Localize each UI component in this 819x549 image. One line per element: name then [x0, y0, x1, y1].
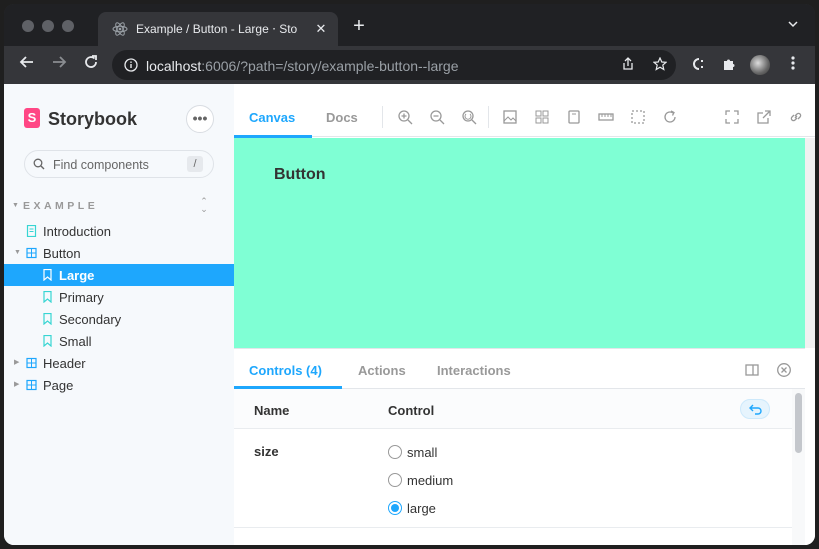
sidebar-item-large[interactable]: Large — [4, 264, 234, 286]
search-shortcut-badge: / — [187, 156, 203, 172]
story-button[interactable]: Button — [258, 162, 342, 188]
canvas-scrollbar[interactable] — [805, 138, 815, 348]
brand-title: Storybook — [48, 109, 138, 129]
forward-arrow-icon[interactable] — [48, 54, 70, 76]
zoom-reset-icon[interactable] — [461, 109, 477, 125]
radio-button-checked[interactable] — [388, 501, 402, 515]
tab-search-chevron-icon[interactable] — [784, 18, 802, 36]
browser-toolbar: localhost:6006/?path=/story/example-butt… — [4, 46, 815, 84]
ruler-icon[interactable] — [598, 109, 614, 125]
sidebar-item-header[interactable]: ▶ Header — [4, 352, 234, 374]
fullscreen-icon[interactable] — [724, 109, 740, 125]
column-control: Control — [388, 403, 435, 418]
zoom-window-button[interactable] — [62, 20, 74, 32]
zoom-out-icon[interactable] — [429, 109, 445, 125]
sidebar-item-introduction[interactable]: Introduction — [4, 220, 234, 242]
row-divider — [234, 527, 792, 528]
undo-icon — [749, 404, 762, 415]
addons-tab-bar: Controls (4) Actions Interactions — [234, 349, 805, 389]
bookmark-icon — [43, 291, 52, 303]
background-image-icon[interactable] — [502, 109, 518, 125]
sidebar: S Storybook ••• Find components / ▼ EXAMP… — [4, 84, 234, 545]
component-icon — [26, 247, 37, 259]
tab-close-icon[interactable]: ✕ — [312, 20, 330, 38]
reset-controls-button[interactable] — [740, 399, 770, 419]
react-icon — [112, 22, 128, 36]
close-panel-icon[interactable] — [776, 362, 792, 378]
main-panel: Canvas Docs Button Controls (4) Actions … — [234, 84, 815, 545]
zoom-in-icon[interactable] — [397, 109, 413, 125]
radio-option-medium[interactable]: medium — [388, 472, 588, 490]
panel-orientation-icon[interactable] — [744, 362, 760, 378]
sidebar-item-secondary[interactable]: Secondary — [4, 308, 234, 330]
radio-button[interactable] — [388, 445, 402, 459]
bookmark-icon — [43, 269, 52, 281]
remount-icon[interactable] — [662, 109, 678, 125]
radio-option-small[interactable]: small — [388, 444, 588, 462]
caret-down-icon: ▼ — [12, 202, 19, 209]
tab-strip: Example / Button - Large ⋅ Sto ✕ + — [4, 4, 815, 46]
column-name: Name — [254, 403, 290, 418]
search-input[interactable]: Find components / — [24, 150, 214, 178]
toolbar-divider — [382, 106, 383, 128]
back-arrow-icon[interactable] — [16, 54, 38, 76]
component-icon — [26, 379, 37, 391]
tab-title: Example / Button - Large ⋅ Sto — [136, 22, 298, 36]
group-header-example[interactable]: ▼ EXAMPLE — [12, 200, 98, 212]
address-bar[interactable]: localhost:6006/?path=/story/example-butt… — [112, 50, 676, 80]
minimize-window-button[interactable] — [42, 20, 54, 32]
caret-down-icon: ▼ — [14, 249, 21, 256]
expand-collapse-icon[interactable]: ⌃ ⌄ — [197, 197, 211, 214]
controls-scrollbar-thumb[interactable] — [795, 393, 802, 453]
url-text: localhost:6006/?path=/story/example-butt… — [146, 58, 459, 74]
outline-icon[interactable] — [630, 109, 646, 125]
addons-panel: Controls (4) Actions Interactions Name C… — [234, 348, 805, 545]
close-window-button[interactable] — [22, 20, 34, 32]
tab-actions[interactable]: Actions — [358, 363, 406, 378]
browser-window: Example / Button - Large ⋅ Sto ✕ + local… — [4, 4, 815, 545]
sidebar-item-small[interactable]: Small — [4, 330, 234, 352]
controls-table-header: Name Control — [234, 389, 805, 429]
kebab-menu-icon[interactable] — [784, 56, 802, 74]
site-info-icon[interactable] — [124, 58, 138, 72]
tab-docs[interactable]: Docs — [326, 110, 358, 125]
extension-c-icon[interactable] — [688, 56, 706, 74]
share-icon[interactable] — [620, 57, 636, 73]
sidebar-item-primary[interactable]: Primary — [4, 286, 234, 308]
tab-interactions[interactable]: Interactions — [437, 363, 511, 378]
storybook-logo-icon: S — [24, 108, 40, 128]
prop-name-size: size — [254, 444, 279, 459]
tab-controls[interactable]: Controls (4) — [249, 363, 322, 378]
bookmark-star-icon[interactable] — [652, 56, 668, 73]
new-tab-button[interactable]: + — [348, 16, 370, 38]
caret-right-icon: ▶ — [14, 359, 20, 366]
open-new-tab-icon[interactable] — [756, 109, 772, 125]
sidebar-menu-button[interactable]: ••• — [186, 105, 214, 133]
sidebar-item-page[interactable]: ▶ Page — [4, 374, 234, 396]
preview-toolbar: Canvas Docs — [234, 84, 815, 138]
search-placeholder: Find components — [53, 158, 149, 172]
reload-icon[interactable] — [80, 54, 102, 76]
story-canvas: Button — [234, 138, 805, 348]
radio-button[interactable] — [388, 473, 402, 487]
browser-tab[interactable]: Example / Button - Large ⋅ Sto ✕ — [98, 12, 338, 46]
search-icon — [33, 158, 45, 170]
document-icon — [26, 225, 37, 237]
storybook-page: S Storybook ••• Find components / ▼ EXAMP… — [4, 84, 815, 545]
sidebar-item-button[interactable]: ▼ Button — [4, 242, 234, 264]
extensions-puzzle-icon[interactable] — [720, 56, 738, 74]
profile-avatar[interactable] — [750, 55, 770, 75]
caret-right-icon: ▶ — [14, 381, 20, 388]
bookmark-icon — [43, 313, 52, 325]
viewport-icon[interactable] — [566, 109, 582, 125]
component-icon — [26, 357, 37, 369]
grid-icon[interactable] — [534, 109, 550, 125]
tab-canvas[interactable]: Canvas — [249, 110, 295, 125]
copy-link-icon[interactable] — [788, 109, 804, 125]
radio-option-large[interactable]: large — [388, 500, 588, 518]
bookmark-icon — [43, 335, 52, 347]
toolbar-divider — [488, 106, 489, 128]
